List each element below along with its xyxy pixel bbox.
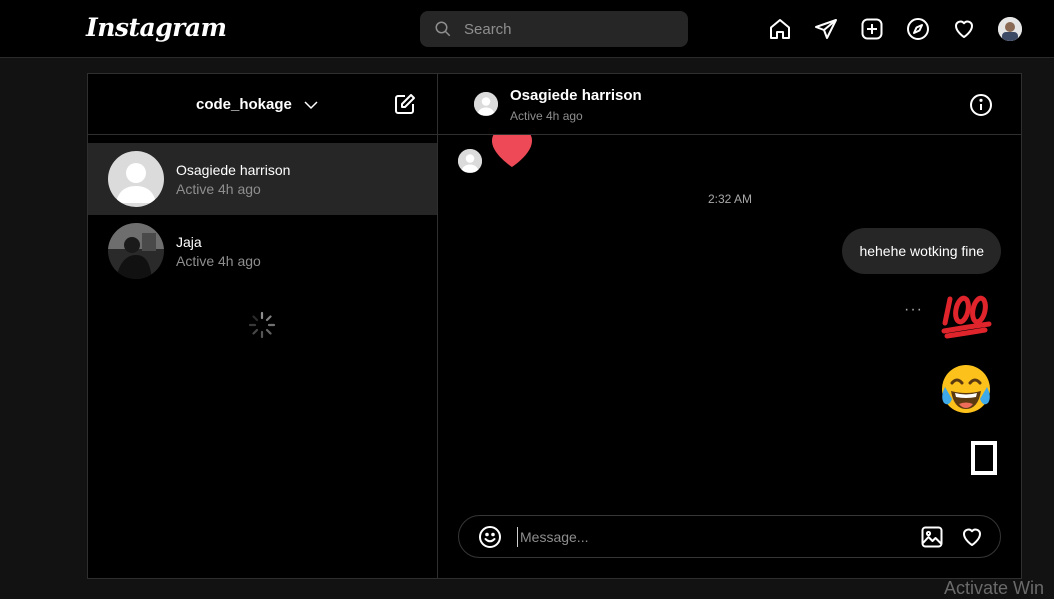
profile-avatar[interactable] [998, 17, 1022, 41]
message-list: 2:32 AM hehehe wotking fine ··· [438, 135, 1022, 509]
sent-message-bubble[interactable]: hehehe wotking fine [842, 228, 1001, 274]
info-icon[interactable] [969, 93, 993, 117]
home-icon[interactable] [767, 16, 793, 42]
direct-messages-panel: code_hokage Osagiede harrison Active 4h … [87, 73, 1022, 579]
activity-heart-icon[interactable] [951, 16, 977, 42]
inbox-sidebar: code_hokage Osagiede harrison Active 4h … [88, 74, 438, 578]
thread-item[interactable]: Jaja Active 4h ago [88, 215, 437, 287]
chevron-down-icon[interactable] [302, 96, 320, 114]
loading-spinner-icon [248, 311, 276, 339]
like-heart-icon[interactable] [960, 525, 984, 549]
avatar [108, 151, 164, 207]
search-icon [435, 21, 451, 37]
avatar [108, 223, 164, 279]
direct-icon[interactable] [813, 16, 839, 42]
image-upload-icon[interactable] [920, 525, 944, 549]
avatar [458, 149, 482, 173]
top-navigation-bar: Instagram [0, 0, 1054, 58]
thread-item[interactable]: Osagiede harrison Active 4h ago [88, 143, 437, 215]
unrendered-emoji-box[interactable] [971, 441, 997, 475]
emoji-picker-icon[interactable] [478, 525, 502, 549]
thread-name: Osagiede harrison [176, 162, 291, 178]
inbox-header: code_hokage [88, 74, 437, 135]
message-input[interactable] [517, 527, 897, 547]
heart-message-icon[interactable] [488, 135, 536, 171]
thread-status: Active 4h ago [176, 253, 261, 269]
hundred-points-emoji[interactable] [941, 287, 993, 339]
conversation-name[interactable]: Osagiede harrison [510, 87, 642, 104]
conversation-pane: Osagiede harrison Active 4h ago 2:32 AM … [438, 74, 1022, 578]
message-composer [458, 515, 1001, 558]
conversation-status: Active 4h ago [510, 109, 583, 123]
thread-status: Active 4h ago [176, 181, 261, 197]
search-input[interactable] [464, 11, 674, 47]
message-timestamp: 2:32 AM [707, 192, 753, 206]
instagram-logo[interactable]: Instagram [86, 13, 227, 42]
compose-message-icon[interactable] [393, 92, 417, 116]
tears-of-joy-emoji[interactable] [940, 363, 992, 415]
thread-name: Jaja [176, 234, 202, 250]
conversation-header: Osagiede harrison Active 4h ago [438, 74, 1022, 135]
avatar[interactable] [474, 92, 498, 116]
search-box[interactable] [420, 11, 688, 47]
account-username[interactable]: code_hokage [196, 96, 292, 113]
new-post-icon[interactable] [859, 16, 885, 42]
explore-icon[interactable] [905, 16, 931, 42]
message-more-options[interactable]: ··· [904, 301, 923, 319]
windows-activation-watermark: Activate Win [944, 578, 1045, 598]
